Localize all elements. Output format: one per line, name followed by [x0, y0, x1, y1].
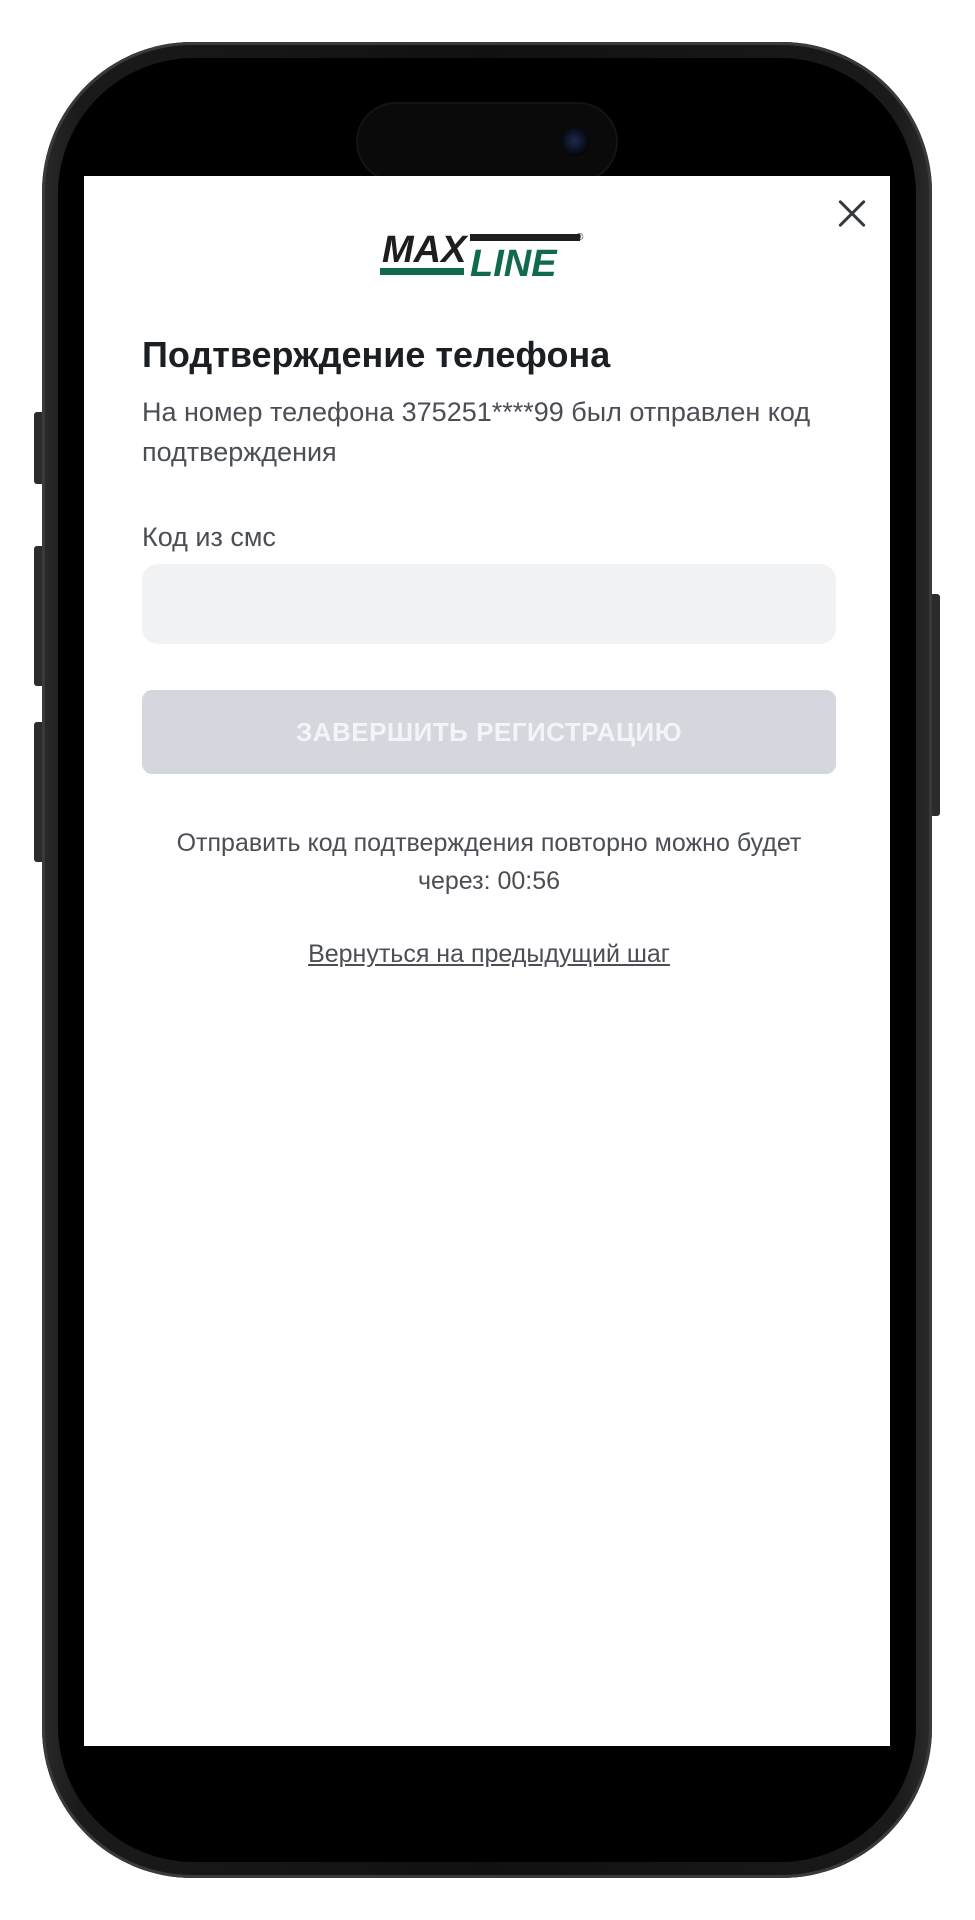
back-to-previous-step-link[interactable]: Вернуться на предыдущий шаг — [308, 940, 670, 968]
registered-mark: ® — [576, 232, 584, 243]
sms-code-input[interactable] — [142, 564, 836, 644]
camera-icon — [562, 128, 590, 156]
resend-countdown: через: 00:56 — [417, 867, 561, 895]
finish-registration-button[interactable]: ЗАВЕРШИТЬ РЕГИСТРАЦИЮ — [142, 690, 836, 774]
device-mockup: MAX LINE ® Подтверждение телефона На ном… — [0, 0, 975, 1920]
resend-text-line1: Отправить код подтверждения повторно мож… — [176, 829, 802, 857]
phone-screen: MAX LINE ® Подтверждение телефона На ном… — [84, 176, 890, 1746]
logo-overline-right — [470, 234, 580, 241]
logo-underline-left — [380, 268, 464, 275]
page-title: Подтверждение телефона — [142, 334, 611, 375]
close-button[interactable] — [832, 194, 872, 234]
logo-max: MAX — [380, 229, 469, 275]
maxline-logo: MAX LINE ® — [380, 229, 584, 285]
code-field-label: Код из смс — [142, 522, 276, 552]
back-link-container: Вернуться на предыдущий шаг — [142, 940, 836, 969]
dynamic-island — [358, 104, 616, 180]
logo-text-max: MAX — [382, 229, 469, 271]
page-subtitle: На номер телефона 375251****99 был отпра… — [142, 397, 811, 467]
logo-text-line: LINE — [470, 243, 558, 285]
resend-timer-text: Отправить код подтверждения повторно мож… — [142, 824, 836, 900]
logo-line: LINE — [470, 234, 580, 285]
